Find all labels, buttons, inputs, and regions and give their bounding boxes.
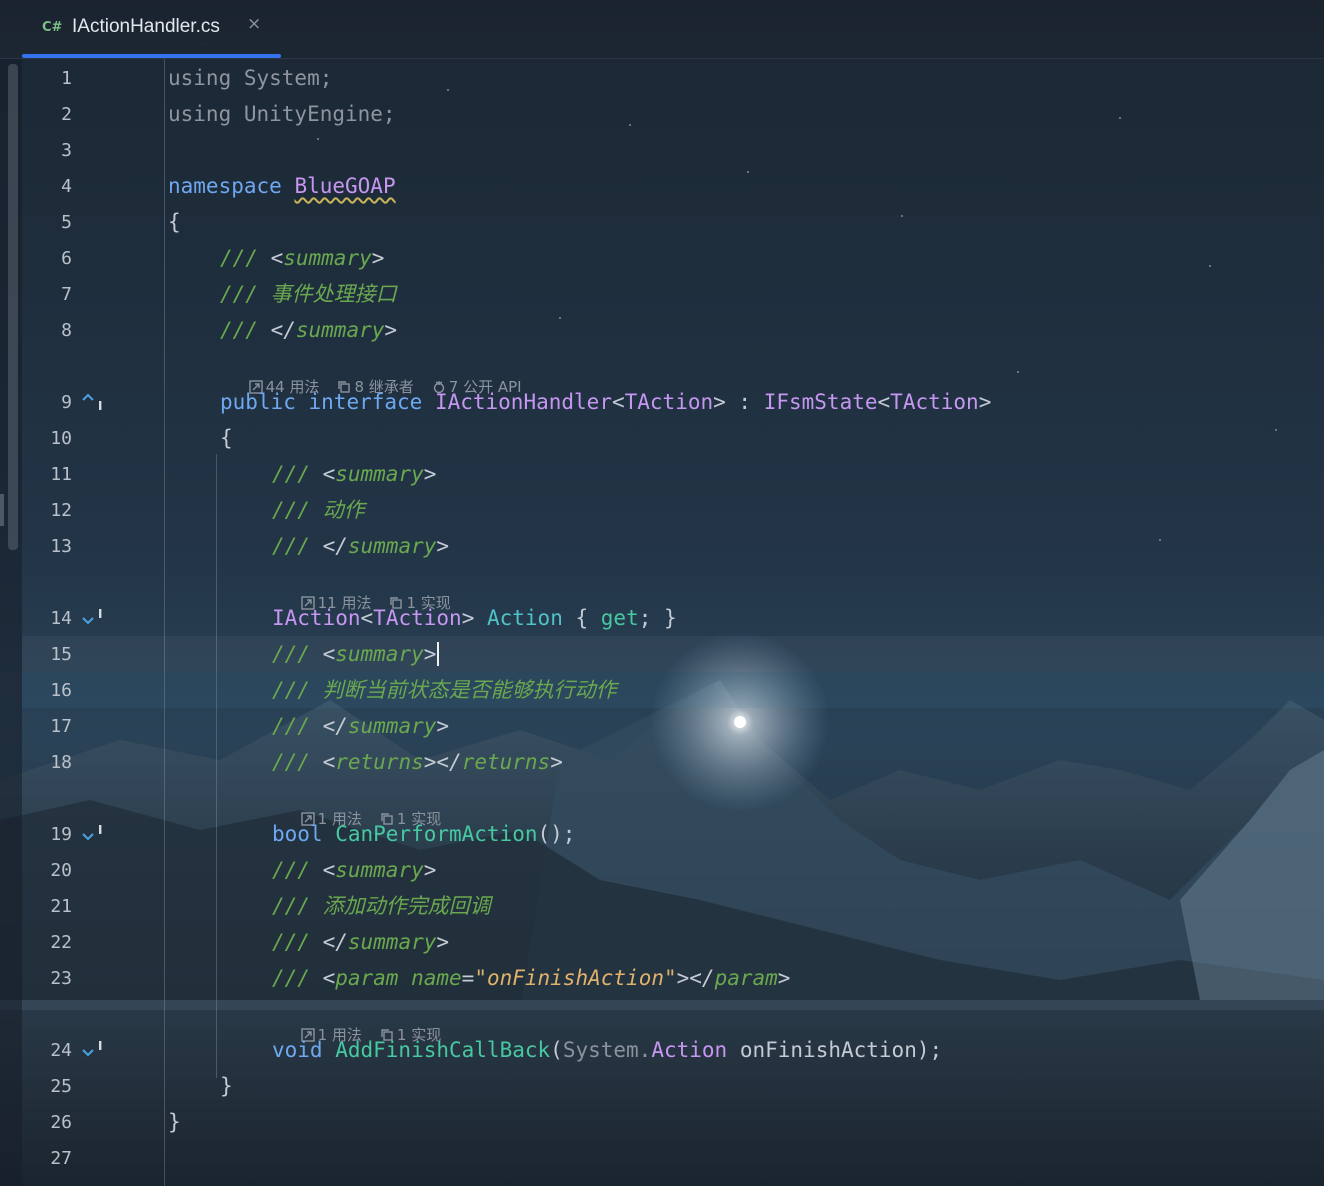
implemented-icon[interactable] xyxy=(80,606,106,630)
code-line[interactable]: 11 /// <summary> xyxy=(22,456,1324,492)
implemented-icon[interactable] xyxy=(80,822,106,846)
close-icon[interactable]: × xyxy=(247,14,261,34)
code-line[interactable]: 3 xyxy=(22,132,1324,168)
doc-comment: /// <summary> xyxy=(272,858,437,882)
doc-comment: /// <param name="onFinishAction"></param… xyxy=(272,966,791,990)
line-number: 19 xyxy=(50,824,72,845)
code-line[interactable]: 27 xyxy=(22,1140,1324,1176)
line-number: 21 xyxy=(50,896,72,917)
code-line[interactable]: 13 /// </summary> xyxy=(22,528,1324,564)
code-line[interactable]: 23 /// <param name="onFinishAction"></pa… xyxy=(22,960,1324,996)
code-line[interactable]: 18 /// <returns></returns> xyxy=(22,744,1324,780)
code-line[interactable]: 19 bool CanPerformAction(); xyxy=(22,816,1324,852)
left-panel-handle[interactable] xyxy=(0,494,4,526)
code-vision-hints: 1 用法 1 实现 xyxy=(22,780,1324,828)
line-number: 2 xyxy=(61,104,72,125)
code-editor[interactable]: 1 using System; 2 using UnityEngine; 3 4… xyxy=(22,58,1324,1186)
code-vision-hints: 1 用法 1 实现 xyxy=(22,996,1324,1044)
implemented-icon[interactable] xyxy=(80,1038,106,1062)
code-line[interactable]: 2 using UnityEngine; xyxy=(22,96,1324,132)
code-text: using UnityEngine; xyxy=(168,102,396,126)
doc-comment: /// <summary> xyxy=(272,640,440,668)
line-number: 18 xyxy=(50,752,72,773)
scrollbar-thumb[interactable] xyxy=(8,64,18,550)
code-line[interactable]: 14 IAction<TAction> Action { get; } xyxy=(22,600,1324,636)
code-line[interactable]: 20 /// <summary> xyxy=(22,852,1324,888)
line-number: 12 xyxy=(50,500,72,521)
code-line[interactable]: 10 { xyxy=(22,420,1324,456)
line-number: 9 xyxy=(61,392,72,413)
code-text: public interface IActionHandler<TAction>… xyxy=(220,390,992,414)
implemented-by-icon[interactable] xyxy=(80,390,106,414)
line-number: 8 xyxy=(61,320,72,341)
line-number: 14 xyxy=(50,608,72,629)
code-vision-hints: 44 用法 8 继承者 7 公开 API xyxy=(22,348,1324,396)
line-number: 23 xyxy=(50,968,72,989)
line-number: 15 xyxy=(50,644,72,665)
line-number: 4 xyxy=(61,176,72,197)
code-line[interactable]: 21 /// 添加动作完成回调 xyxy=(22,888,1324,924)
line-number: 7 xyxy=(61,284,72,305)
doc-comment: /// <summary> xyxy=(272,462,437,486)
code-text: IAction<TAction> Action { get; } xyxy=(272,606,677,630)
active-tab-indicator xyxy=(22,54,281,58)
code-vision-hints: 11 用法 1 实现 xyxy=(22,564,1324,612)
code-line[interactable]: 12 /// 动作 xyxy=(22,492,1324,528)
code-line[interactable]: 4 namespace BlueGOAP xyxy=(22,168,1324,204)
doc-comment: /// 判断当前状态是否能够执行动作 xyxy=(272,678,617,702)
code-line[interactable]: 22 /// </summary> xyxy=(22,924,1324,960)
doc-comment: /// 事件处理接口 xyxy=(220,282,397,306)
code-text: namespace BlueGOAP xyxy=(168,174,396,198)
line-number: 22 xyxy=(50,932,72,953)
csharp-file-icon: C# xyxy=(42,20,63,35)
line-number: 13 xyxy=(50,536,72,557)
doc-comment: /// 添加动作完成回调 xyxy=(272,894,491,918)
doc-comment: /// </summary> xyxy=(272,534,450,558)
line-number: 25 xyxy=(50,1076,72,1097)
code-text: { xyxy=(168,210,181,234)
code-line[interactable]: 5 { xyxy=(22,204,1324,240)
line-number: 5 xyxy=(61,212,72,233)
doc-comment: /// <summary> xyxy=(220,246,385,270)
tab-iactionhandler[interactable]: C# IActionHandler.cs × xyxy=(22,0,281,58)
code-line[interactable]: 26 } xyxy=(22,1104,1324,1140)
line-number: 24 xyxy=(50,1040,72,1061)
code-line[interactable]: 16 /// 判断当前状态是否能够执行动作 xyxy=(22,672,1324,708)
code-line[interactable]: 17 /// </summary> xyxy=(22,708,1324,744)
line-number: 17 xyxy=(50,716,72,737)
line-number: 3 xyxy=(61,140,72,161)
code-text: } xyxy=(168,1110,181,1134)
code-line[interactable]: 7 /// 事件处理接口 xyxy=(22,276,1324,312)
doc-comment: /// </summary> xyxy=(272,714,450,738)
code-line[interactable]: 24 void AddFinishCallBack(System.Action … xyxy=(22,1032,1324,1068)
doc-comment: /// 动作 xyxy=(272,498,365,522)
code-line[interactable]: 8 /// </summary> xyxy=(22,312,1324,348)
line-number: 10 xyxy=(50,428,72,449)
code-text: bool CanPerformAction(); xyxy=(272,822,576,846)
tab-title: IActionHandler.cs xyxy=(72,16,220,37)
code-text: using System; xyxy=(168,66,333,90)
text-caret xyxy=(437,642,440,666)
doc-comment: /// </summary> xyxy=(272,930,450,954)
code-line[interactable]: 1 using System; xyxy=(22,60,1324,96)
code-line[interactable]: 9 public interface IActionHandler<TActio… xyxy=(22,384,1324,420)
line-number: 11 xyxy=(50,464,72,485)
code-text: void AddFinishCallBack(System.Action onF… xyxy=(272,1038,943,1062)
code-text: { xyxy=(220,426,233,450)
line-number: 1 xyxy=(61,68,72,89)
code-text: } xyxy=(220,1074,233,1098)
doc-comment: /// <returns></returns> xyxy=(272,750,563,774)
line-number: 26 xyxy=(50,1112,72,1133)
line-number: 16 xyxy=(50,680,72,701)
line-number: 6 xyxy=(61,248,72,269)
line-number: 27 xyxy=(50,1148,72,1169)
code-line[interactable]: 25 } xyxy=(22,1068,1324,1104)
line-number: 20 xyxy=(50,860,72,881)
code-line[interactable]: 6 /// <summary> xyxy=(22,240,1324,276)
doc-comment: /// </summary> xyxy=(220,318,398,342)
code-line-current[interactable]: 15 /// <summary> xyxy=(22,636,1324,672)
editor-tab-bar: C# IActionHandler.cs × xyxy=(0,0,1324,59)
